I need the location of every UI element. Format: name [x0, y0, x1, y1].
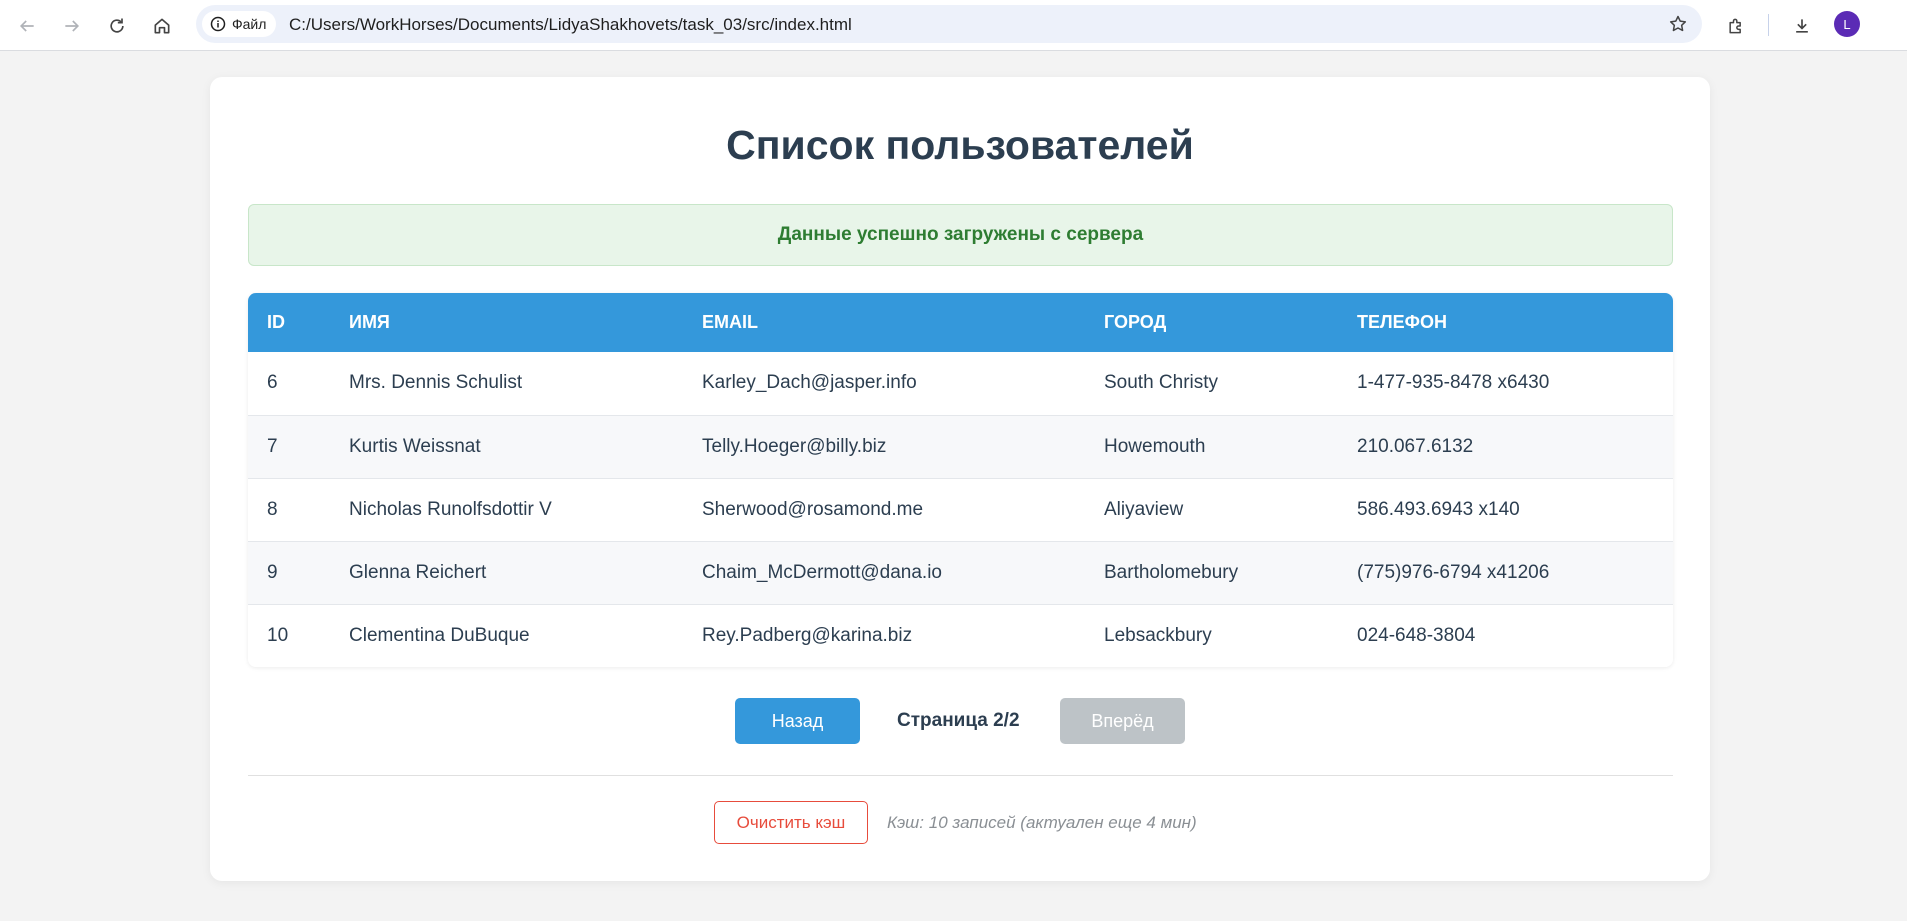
column-header-phone: Телефон [1357, 312, 1447, 332]
next-page-button[interactable]: Вперёд [1060, 698, 1185, 744]
cell-city: Howemouth [1104, 435, 1206, 457]
reload-icon [110, 18, 124, 33]
table-row: 10 Clementina DuBuque Rey.Padberg@karina… [248, 604, 1673, 667]
cell-name: Nicholas Runolfsdottir V [349, 498, 552, 520]
column-header-city: Город [1104, 312, 1167, 332]
cell-city: South Christy [1104, 372, 1219, 394]
address-bar[interactable]: Файл C:/Users/WorkHorses/Documents/Lidya… [196, 5, 1702, 43]
cell-email: Sherwood@rosamond.me [702, 498, 924, 520]
arrow-left-icon [19, 20, 34, 32]
cell-email: Rey.Padberg@karina.biz [702, 624, 913, 646]
pagination: Назад Страница 2/2 Вперёд [210, 698, 1710, 744]
reload-button[interactable] [100, 9, 134, 43]
table-row: 8 Nicholas Runolfsdottir V Sherwood@rosa… [248, 478, 1673, 541]
cell-email: Karley_Dach@jasper.info [702, 372, 917, 394]
cell-id: 8 [267, 498, 278, 520]
cell-name: Clementina DuBuque [349, 624, 530, 646]
cell-id: 10 [267, 624, 289, 646]
cell-name: Kurtis Weissnat [349, 435, 481, 457]
cell-id: 7 [267, 435, 278, 457]
info-icon [210, 16, 226, 32]
cell-phone: 1-477-935-8478 x6430 [1357, 372, 1550, 394]
page-title: Список пользователей [726, 122, 1194, 168]
column-header-id: ID [267, 312, 285, 332]
home-button[interactable] [145, 9, 179, 43]
cell-phone: (775)976-6794 x41206 [1357, 561, 1550, 583]
success-alert: Данные успешно загружены с сервера [248, 204, 1673, 266]
table-row: 9 Glenna Reichert Chaim_McDermott@dana.i… [248, 541, 1673, 604]
cache-status: Кэш: 10 записей (актуален еще 4 мин) [887, 813, 1197, 832]
download-icon [1796, 19, 1808, 33]
bookmark-star-icon[interactable] [1668, 14, 1688, 34]
profile-avatar[interactable]: L [1834, 11, 1860, 37]
prev-page-button[interactable]: Назад [735, 698, 860, 744]
cell-id: 9 [267, 561, 278, 583]
downloads-button[interactable] [1785, 9, 1819, 43]
cell-phone: 024-648-3804 [1357, 624, 1476, 646]
cell-name: Mrs. Dennis Schulist [349, 372, 523, 394]
table-row: 6 Mrs. Dennis Schulist Karley_Dach@jaspe… [248, 352, 1673, 415]
cell-city: Lebsackbury [1104, 624, 1212, 646]
column-header-email: Email [702, 312, 758, 332]
puzzle-icon [1729, 18, 1741, 34]
arrow-right-icon [65, 20, 80, 32]
cell-phone: 586.493.6943 x140 [1357, 498, 1520, 520]
forward-button[interactable] [55, 9, 89, 43]
extensions-button[interactable] [1719, 9, 1753, 43]
users-card: Список пользователей Данные успешно загр… [210, 77, 1710, 881]
browser-toolbar: Файл C:/Users/WorkHorses/Documents/Lidya… [0, 0, 1907, 51]
users-table: ID Имя Email Город Телефон 6 Mrs. Dennis… [248, 293, 1673, 667]
home-icon [154, 18, 170, 34]
cell-phone: 210.067.6132 [1357, 435, 1474, 457]
section-divider [248, 775, 1673, 776]
cell-email: Chaim_McDermott@dana.io [702, 561, 942, 583]
cell-email: Telly.Hoeger@billy.biz [702, 435, 887, 457]
column-header-name: Имя [349, 312, 390, 332]
toolbar-divider [1768, 14, 1769, 36]
cell-city: Aliyaview [1104, 498, 1184, 520]
cell-id: 6 [267, 372, 278, 394]
url-text[interactable]: C:/Users/WorkHorses/Documents/LidyaShakh… [289, 15, 852, 35]
cell-name: Glenna Reichert [349, 561, 487, 583]
clear-cache-button[interactable]: Очистить кэш [714, 801, 868, 844]
back-button[interactable] [10, 9, 44, 43]
site-info-chip[interactable]: Файл [202, 11, 277, 37]
table-row: 7 Kurtis Weissnat Telly.Hoeger@billy.biz… [248, 415, 1673, 478]
table-header-row: ID Имя Email Город Телефон [248, 293, 1673, 352]
cell-city: Bartholomebury [1104, 561, 1239, 583]
page-indicator: Страница 2/2 [897, 710, 1020, 731]
site-info-label: Файл [232, 16, 267, 32]
